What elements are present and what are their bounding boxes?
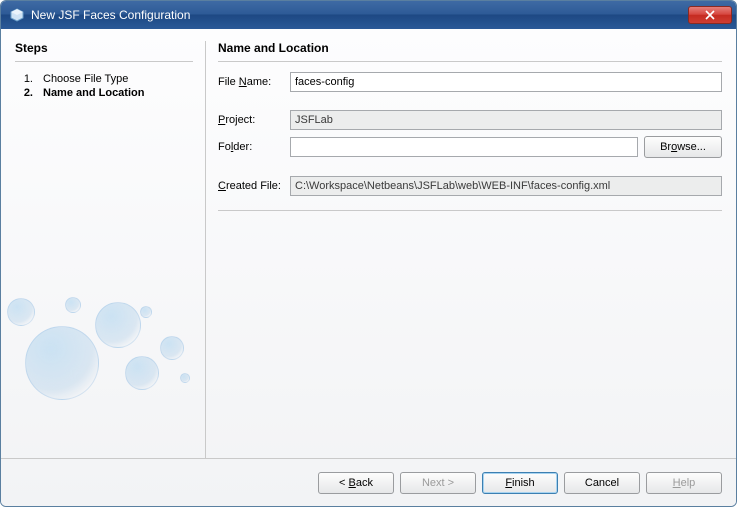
form-heading: Name and Location (218, 41, 722, 62)
steps-panel: Steps 1. Choose File Type 2. Name and Lo… (15, 41, 205, 458)
step-item: 1. Choose File Type (15, 72, 193, 86)
project-label: Project: (218, 114, 290, 126)
vertical-divider (205, 41, 206, 458)
cancel-button[interactable]: Cancel (564, 472, 640, 494)
filename-input[interactable] (290, 72, 722, 92)
decorative-bubbles (1, 258, 215, 418)
created-file-label: Created File: (218, 180, 290, 192)
form-panel: Name and Location File Name: Project: Fo… (218, 41, 722, 458)
step-number: 1. (21, 73, 33, 85)
field-filename: File Name: (218, 72, 722, 92)
titlebar: New JSF Faces Configuration (1, 1, 736, 29)
field-project: Project: (218, 110, 722, 130)
step-number: 2. (21, 87, 33, 99)
help-button: Help (646, 472, 722, 494)
browse-button[interactable]: Browse... (644, 136, 722, 158)
created-file-input (290, 176, 722, 196)
steps-list: 1. Choose File Type 2. Name and Location (15, 72, 193, 100)
folder-input[interactable] (290, 137, 638, 157)
close-button[interactable] (688, 6, 732, 24)
button-bar: < Back Next > Finish Cancel Help (1, 458, 736, 506)
step-item: 2. Name and Location (15, 86, 193, 100)
step-label: Choose File Type (43, 73, 128, 85)
dialog-body: Steps 1. Choose File Type 2. Name and Lo… (1, 29, 736, 506)
form-separator (218, 210, 722, 211)
main-area: Steps 1. Choose File Type 2. Name and Lo… (1, 29, 736, 458)
close-icon (705, 10, 715, 20)
next-button: Next > (400, 472, 476, 494)
filename-label: File Name: (218, 76, 290, 88)
field-created-file: Created File: (218, 176, 722, 196)
back-button[interactable]: < Back (318, 472, 394, 494)
steps-heading: Steps (15, 41, 193, 62)
app-icon (9, 7, 25, 23)
finish-button[interactable]: Finish (482, 472, 558, 494)
project-input (290, 110, 722, 130)
step-label: Name and Location (43, 87, 144, 99)
folder-label: Folder: (218, 141, 290, 153)
window-title: New JSF Faces Configuration (31, 8, 688, 22)
field-folder: Folder: Browse... (218, 136, 722, 158)
